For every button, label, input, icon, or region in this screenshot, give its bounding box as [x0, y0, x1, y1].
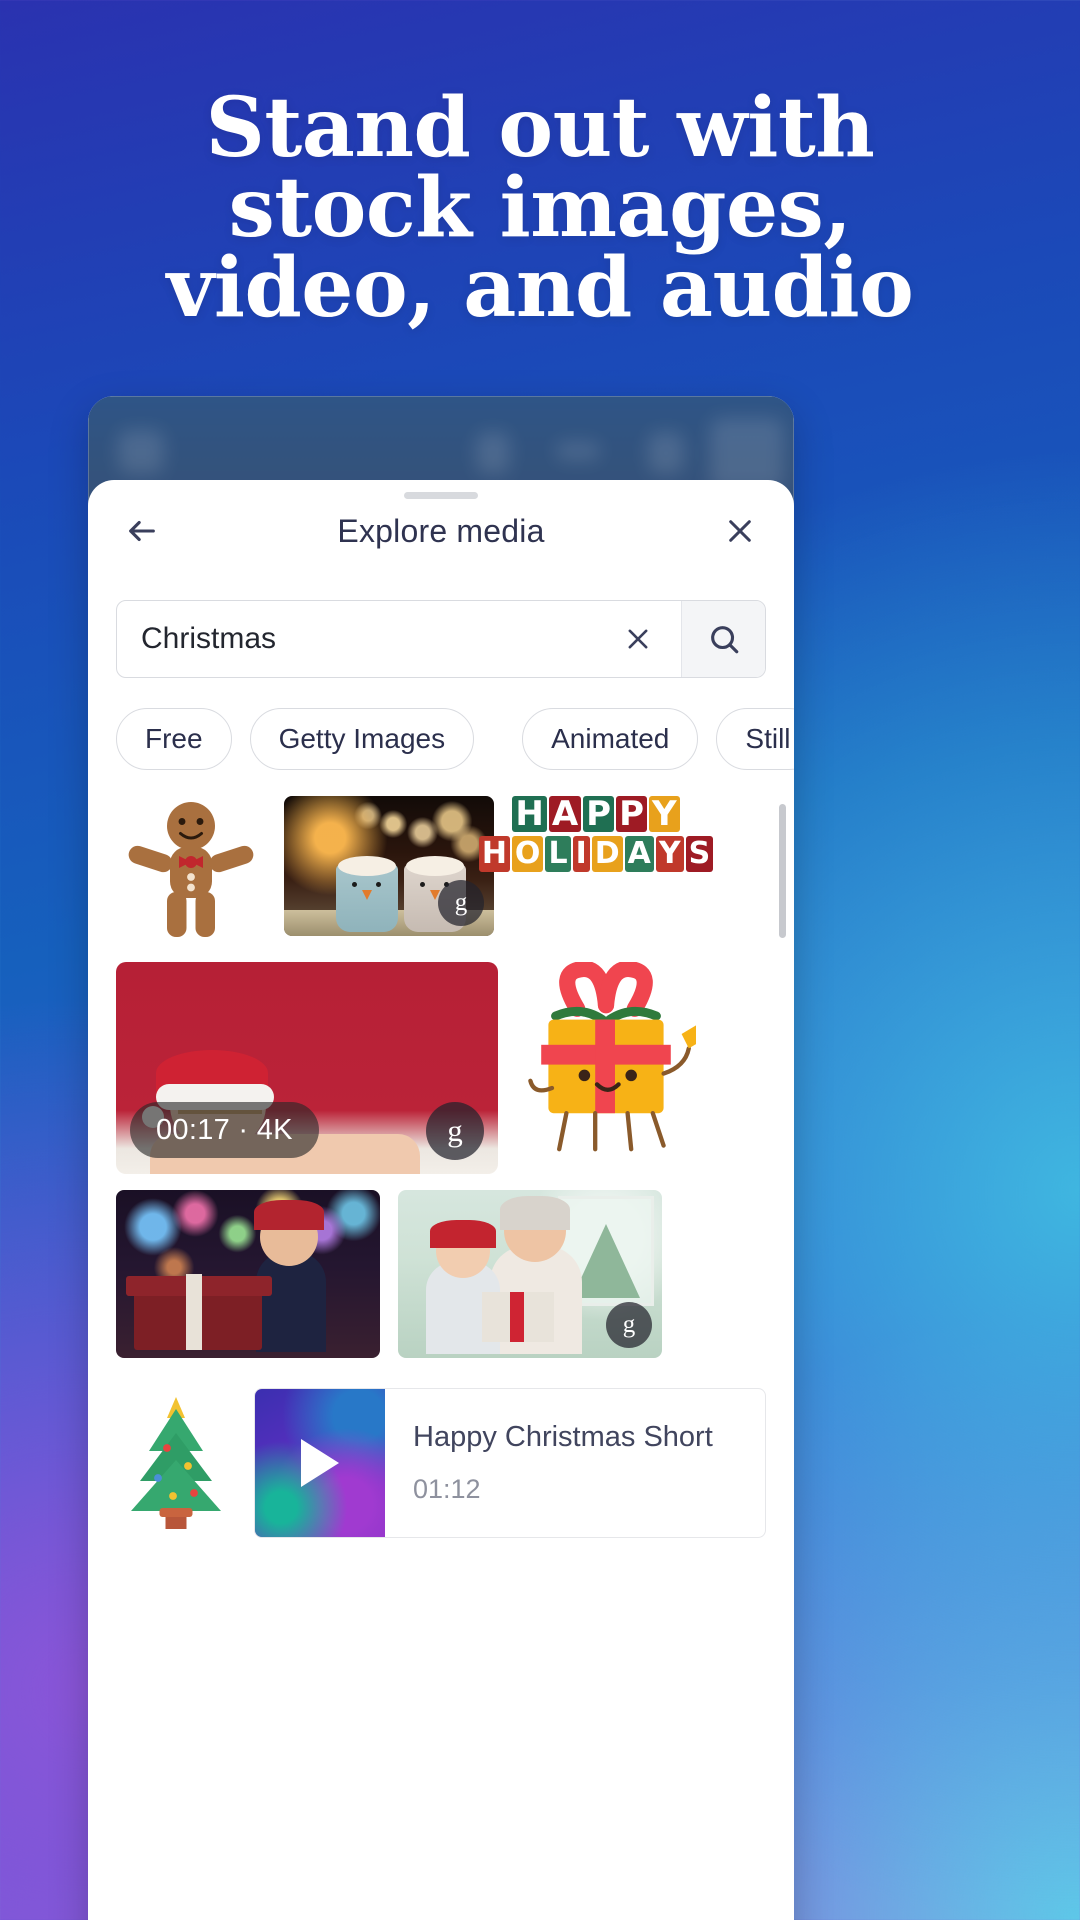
letter: Y	[655, 836, 684, 872]
arrow-left-icon	[129, 520, 155, 542]
letter: D	[591, 836, 623, 872]
blurred-icon-4	[648, 432, 684, 474]
close-icon	[729, 520, 751, 542]
filter-chip-row: Free Getty Images Animated Still	[116, 708, 794, 770]
letter: L	[545, 836, 571, 872]
filter-chip-free[interactable]: Free	[116, 708, 232, 770]
media-item-christmas-tree-sticker[interactable]	[116, 1388, 236, 1538]
blurred-icon-3	[556, 442, 600, 460]
results-scrollbar[interactable]	[779, 804, 786, 938]
christmas-tree-sticker	[131, 1397, 221, 1529]
results-row-3: g	[88, 1190, 794, 1374]
search-icon	[710, 626, 738, 654]
red-ribbon-gift	[482, 1292, 554, 1342]
letter: A	[624, 836, 654, 872]
back-button[interactable]	[116, 505, 168, 557]
filter-chip-animated[interactable]: Animated	[522, 708, 699, 770]
smiling-gift-box-sticker	[528, 960, 707, 1152]
gingerbread-man-sticker	[128, 802, 254, 937]
audio-duration: 01:12	[413, 1474, 481, 1504]
media-item-gingerbread[interactable]	[116, 796, 266, 946]
media-item-child-opening-gift[interactable]	[116, 1190, 380, 1358]
media-results-scroller[interactable]: g H A P P Y H O L I D A Y S 00:17 · 4K g…	[88, 796, 794, 1920]
happy-holidays-line-1: H A P P Y	[512, 796, 680, 832]
play-icon	[301, 1439, 339, 1487]
girl-santa-hat	[430, 1220, 496, 1248]
letter: A	[548, 796, 582, 832]
getty-watermark-badge: g	[438, 880, 484, 926]
promo-headline: Stand out with stock images, video, and …	[0, 80, 1080, 336]
search-input[interactable]: Christmas	[117, 601, 681, 677]
results-row-1: g H A P P Y H O L I D A Y S	[88, 796, 794, 962]
audio-metadata: Happy Christmas Short 01:12	[385, 1389, 765, 1537]
phone-mockup: Explore media Christmas Free Getty Image…	[88, 396, 794, 1920]
sheet-title: Explore media	[337, 512, 545, 549]
background-tree	[572, 1224, 640, 1298]
eye	[420, 882, 425, 887]
video-duration-badge: 00:17 · 4K	[130, 1102, 319, 1158]
search-submit-button[interactable]	[681, 601, 765, 677]
letter: H	[478, 836, 510, 872]
search-bar: Christmas	[116, 600, 766, 678]
sheet-header: Explore media	[88, 484, 794, 578]
results-row-2: 00:17 · 4K g	[88, 960, 794, 1190]
results-row-4: Happy Christmas Short 01:12	[88, 1374, 794, 1538]
audio-title: Happy Christmas Short	[413, 1421, 713, 1453]
media-item-cocoa-photo[interactable]: g	[284, 796, 494, 936]
letter: I	[572, 836, 590, 872]
audio-thumbnail[interactable]	[255, 1389, 385, 1537]
media-item-audio-track[interactable]: Happy Christmas Short 01:12	[254, 1388, 766, 1538]
letter: H	[512, 796, 547, 832]
letter: P	[583, 796, 615, 832]
clear-search-button[interactable]	[615, 616, 661, 662]
close-button[interactable]	[714, 505, 766, 557]
media-item-grandmother-and-girl[interactable]: g	[398, 1190, 662, 1358]
letter: Y	[649, 796, 680, 832]
close-icon	[628, 629, 648, 649]
blurred-icon-2	[476, 432, 510, 474]
letter: S	[685, 836, 714, 872]
filter-chip-still[interactable]: Still	[716, 708, 794, 770]
filter-chip-getty-images[interactable]: Getty Images	[249, 708, 475, 770]
child-body	[256, 1252, 326, 1352]
foam	[406, 856, 464, 876]
bokeh-photo-art	[116, 1190, 380, 1358]
eye	[376, 882, 381, 887]
headline-line-3: video, and audio	[166, 240, 914, 336]
carrot-nose	[362, 890, 372, 900]
letter: O	[511, 836, 544, 872]
media-item-santa-child-video[interactable]: 00:17 · 4K g	[116, 962, 498, 1174]
letter: P	[616, 796, 647, 832]
getty-watermark-badge: g	[426, 1102, 484, 1160]
media-item-happy-holidays-sticker[interactable]: H A P P Y H O L I D A Y S	[478, 796, 714, 916]
child-santa-hat	[254, 1200, 324, 1230]
getty-watermark-badge: g	[606, 1302, 652, 1348]
blurred-icon-1	[118, 430, 164, 474]
search-input-value: Christmas	[141, 622, 277, 655]
gift-ribbon	[186, 1274, 202, 1350]
foam	[338, 856, 396, 876]
happy-holidays-line-2: H O L I D A Y S	[478, 836, 714, 872]
snowman-mug-left	[336, 856, 398, 932]
headline-line-1: Stand out with	[205, 80, 875, 176]
explore-media-sheet: Explore media Christmas Free Getty Image…	[88, 480, 794, 1920]
media-item-gift-sticker[interactable]	[516, 960, 707, 1162]
eye	[352, 882, 357, 887]
headline-line-2: stock images,	[228, 160, 852, 256]
grandmother-hair	[500, 1196, 570, 1230]
